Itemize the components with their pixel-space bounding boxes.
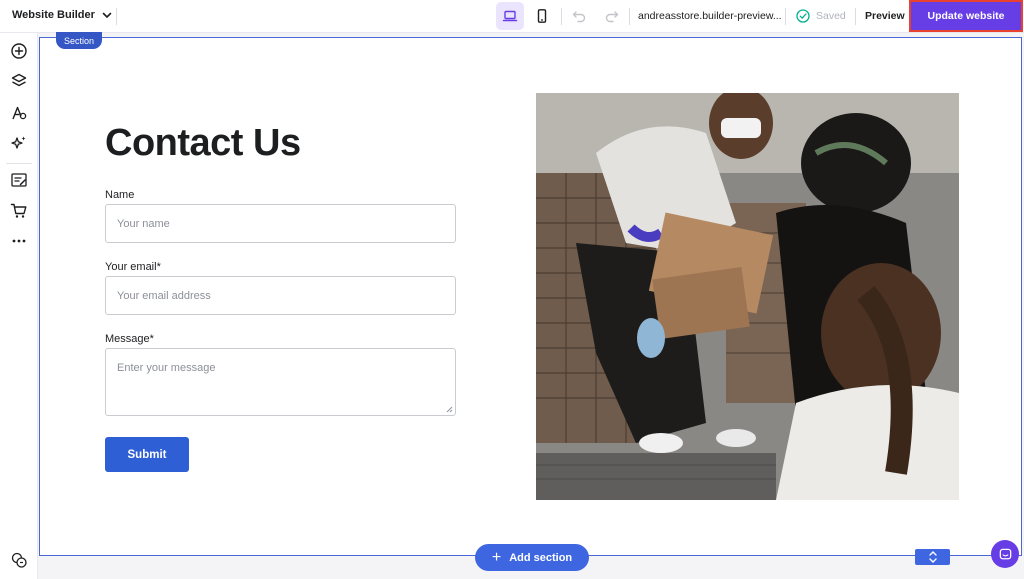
add-section-label: Add section (509, 551, 573, 564)
chat-support-button[interactable] (991, 540, 1019, 568)
blog-icon[interactable] (10, 171, 28, 189)
email-placeholder: Your email address (117, 289, 211, 302)
section-tag[interactable]: Section (56, 32, 102, 49)
site-url[interactable]: andreasstore.builder-preview... (638, 10, 782, 22)
chevron-down-icon (102, 12, 112, 19)
top-bar: Website Builder andreasstore.builder-pre… (0, 0, 1024, 33)
preview-button[interactable]: Preview (865, 10, 905, 22)
laptop-icon (502, 10, 518, 22)
update-website-button[interactable]: Update website (911, 2, 1021, 30)
submit-button[interactable]: Submit (105, 437, 189, 472)
page-title[interactable]: Contact Us (105, 122, 301, 165)
message-placeholder: Enter your message (117, 362, 216, 374)
store-icon[interactable] (10, 202, 28, 220)
volunteers-photo (536, 93, 959, 500)
layers-icon[interactable] (10, 72, 28, 90)
mobile-view-button[interactable] (528, 2, 556, 30)
desktop-view-button[interactable] (496, 2, 524, 30)
redo-icon[interactable] (604, 8, 620, 24)
chat-icon (999, 548, 1011, 559)
update-website-highlight: Update website (909, 0, 1023, 32)
divider (6, 163, 32, 164)
divider (855, 8, 856, 25)
message-label: Message* (105, 333, 154, 345)
styles-icon[interactable] (10, 104, 28, 122)
contact-image[interactable] (536, 93, 959, 500)
message-field[interactable]: Enter your message (105, 348, 456, 416)
saved-label: Saved (816, 10, 846, 22)
reorder-section-button[interactable] (915, 549, 950, 565)
app-title: Website Builder (12, 9, 95, 21)
divider (785, 8, 786, 25)
resize-handle-icon[interactable] (446, 406, 453, 413)
more-icon[interactable] (10, 232, 28, 250)
name-placeholder: Your name (117, 217, 170, 230)
add-section-button[interactable]: + Add section (475, 544, 589, 571)
settings-help-icon[interactable] (10, 551, 28, 569)
website-builder-menu[interactable]: Website Builder (12, 9, 113, 21)
chevron-up-down-icon (928, 551, 937, 563)
plus-icon: + (491, 548, 502, 566)
phone-icon (537, 9, 547, 23)
ai-tools-icon[interactable] (10, 134, 28, 152)
check-circle-icon (796, 9, 810, 23)
saved-status: Saved (796, 9, 846, 23)
name-field[interactable]: Your name (105, 204, 456, 243)
left-sidebar (0, 33, 38, 579)
undo-icon[interactable] (571, 8, 587, 24)
email-field[interactable]: Your email address (105, 276, 456, 315)
name-label: Name (105, 189, 135, 201)
divider (561, 8, 562, 25)
divider (629, 8, 630, 25)
divider (116, 8, 117, 25)
add-element-icon[interactable] (10, 42, 28, 60)
email-label: Your email* (105, 261, 161, 273)
